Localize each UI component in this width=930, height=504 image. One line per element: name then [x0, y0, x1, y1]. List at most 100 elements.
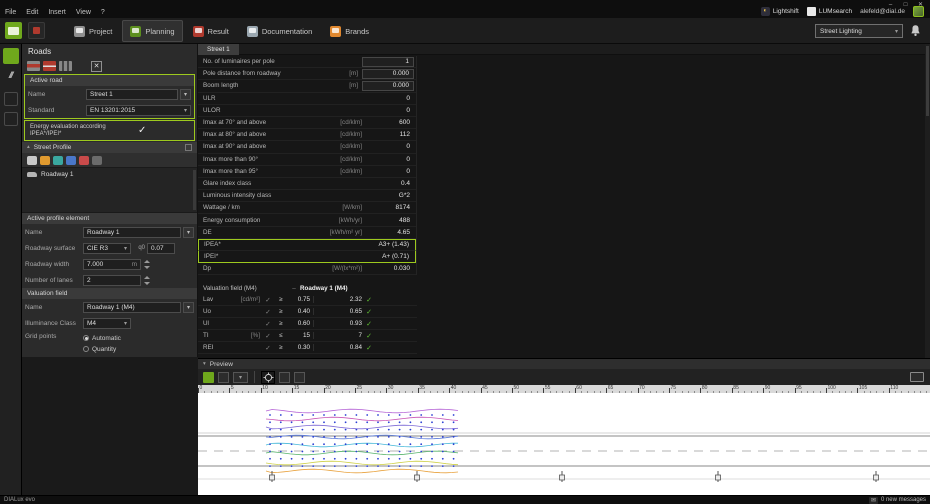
- menu-help[interactable]: ?: [101, 9, 105, 16]
- q0-input[interactable]: 0.07: [147, 242, 175, 254]
- pole-marker[interactable]: [559, 474, 565, 481]
- valuation-limit[interactable]: 0.40: [286, 308, 314, 315]
- number-of-lanes-stepper[interactable]: [143, 275, 150, 286]
- grid-point: [312, 457, 315, 460]
- avatar[interactable]: [913, 6, 924, 17]
- objects-tool-icon[interactable]: [3, 92, 18, 106]
- lamp-tool-icon[interactable]: [40, 155, 50, 165]
- energy-evaluation-checkbox[interactable]: ✓: [138, 125, 146, 136]
- property-value: 0: [406, 167, 410, 175]
- pin-icon[interactable]: [185, 144, 192, 151]
- tab-project[interactable]: Project: [66, 20, 120, 42]
- valuation-limit[interactable]: 0.30: [286, 344, 314, 351]
- pole-marker[interactable]: [715, 474, 721, 481]
- roadway-surface-select[interactable]: CIE R3 ▾: [83, 242, 131, 254]
- tab-documentation[interactable]: Documentation: [239, 20, 320, 42]
- preview-header[interactable]: ▾ Preview: [198, 359, 930, 369]
- menu-view[interactable]: View: [76, 9, 91, 16]
- view-options-dropdown[interactable]: ▾: [233, 371, 248, 383]
- pole-marker[interactable]: [414, 474, 420, 481]
- grid-point: [398, 465, 401, 467]
- valuation-name-input[interactable]: Roadway 1 (M4): [83, 301, 181, 313]
- delete-road-button[interactable]: ✕: [91, 60, 102, 72]
- draw-tool-icon[interactable]: ///: [3, 70, 19, 86]
- document-tab[interactable]: Street 1: [198, 44, 239, 55]
- menu-insert[interactable]: Insert: [48, 9, 66, 16]
- tab-label: Brands: [345, 26, 370, 36]
- valuation-name-options-button[interactable]: ▾: [183, 301, 194, 313]
- pole-marker[interactable]: [873, 474, 879, 481]
- messages-indicator[interactable]: ✉ 0 new messages: [868, 496, 926, 504]
- valuation-limit[interactable]: 0.60: [286, 320, 314, 327]
- street-profile-header[interactable]: ▴ Street Profile: [22, 142, 197, 153]
- roadway-width-stepper[interactable]: [143, 259, 150, 270]
- road-name-options-button[interactable]: ▾: [180, 88, 191, 100]
- crosshair-tool-icon[interactable]: [261, 370, 275, 384]
- luminaire-grid-icon[interactable]: [218, 371, 229, 383]
- tab-label: Planning: [145, 26, 175, 36]
- plan-view[interactable]: [198, 393, 930, 495]
- grid-point: [452, 436, 455, 438]
- property-value[interactable]: 0.000: [362, 68, 414, 79]
- lumsearch-button[interactable]: LUMsearch: [806, 7, 852, 16]
- road-name-input[interactable]: Street 1: [86, 88, 178, 100]
- footpath-tool-icon[interactable]: [66, 155, 76, 165]
- tab-planning[interactable]: Planning: [122, 20, 183, 42]
- main-scrollbar[interactable]: [925, 44, 930, 358]
- notifications-bell-icon[interactable]: [909, 24, 922, 37]
- roads-panel: Roads ✕ Active road Name Street 1 ▾ Stan…: [22, 44, 198, 357]
- preview-active-view-button[interactable]: [203, 371, 214, 383]
- element-name-options-button[interactable]: ▾: [183, 226, 194, 238]
- cycle-lane-tool-icon[interactable]: [53, 155, 63, 165]
- road-type-icon-2[interactable]: [43, 61, 56, 71]
- valuation-limit[interactable]: 0.75: [286, 296, 314, 303]
- number-of-lanes-input[interactable]: 2: [83, 274, 141, 286]
- lightshift-button[interactable]: ◐ Lightshift: [760, 7, 799, 16]
- property-label: Luminous intensity class: [203, 192, 272, 200]
- display-tool-icon[interactable]: [3, 112, 18, 126]
- pole-marker[interactable]: [269, 474, 275, 481]
- zoom-tool-icon[interactable]: [294, 371, 305, 383]
- roadway-width-input[interactable]: 7.000 m: [83, 258, 141, 270]
- delete-tool-icon[interactable]: [92, 155, 102, 165]
- property-value[interactable]: 1: [362, 56, 414, 67]
- valuation-value: 0.65: [349, 308, 362, 315]
- grid-point: [269, 421, 271, 424]
- mode-selector[interactable]: Street Lighting ▾: [815, 24, 903, 38]
- illuminance-class-select[interactable]: M4 ▾: [83, 317, 131, 329]
- grid-point: [279, 450, 282, 453]
- tab-brands[interactable]: Brands: [322, 20, 377, 42]
- radio-off-icon: [83, 346, 89, 352]
- valuation-row: Lav [cd/m²] ✓ ≥0.75 2.32 ✓: [198, 294, 417, 306]
- menu-edit[interactable]: Edit: [26, 9, 38, 16]
- profile-item-roadway[interactable]: Roadway 1: [22, 168, 197, 181]
- grid-point: [420, 428, 423, 431]
- car-tool-icon[interactable]: [27, 155, 37, 165]
- recent-file-icon[interactable]: [28, 22, 45, 39]
- ruler-label: 75: [670, 385, 677, 391]
- new-project-icon[interactable]: [5, 22, 22, 39]
- grid-automatic-radio[interactable]: Automatic: [83, 333, 121, 343]
- active-tool-button[interactable]: [2, 48, 19, 64]
- collapse-minus-icon[interactable]: –: [288, 285, 300, 292]
- scrollbar-thumb[interactable]: [926, 46, 929, 116]
- ruler-tool-icon[interactable]: [279, 371, 290, 383]
- grid-quantity-radio[interactable]: Quantity: [83, 344, 121, 354]
- road-type-icon-1[interactable]: [27, 61, 40, 71]
- road-name-label: Name: [28, 90, 46, 98]
- property-value[interactable]: 0.000: [362, 80, 414, 91]
- fullscreen-monitor-icon[interactable]: [910, 372, 924, 382]
- road-type-icon-3[interactable]: [59, 61, 72, 71]
- tab-result[interactable]: Result: [185, 20, 237, 42]
- standard-select[interactable]: EN 13201:2015 ▾: [86, 104, 191, 116]
- account-email[interactable]: alefeld@dial.de: [860, 8, 905, 15]
- titlebar: File Edit Insert View? – □ ✕ ◐ Lightshift L…: [0, 0, 930, 18]
- menu-file[interactable]: File: [5, 9, 16, 16]
- valuation-limit[interactable]: 15: [286, 332, 314, 339]
- element-name-input[interactable]: Roadway 1: [83, 226, 181, 238]
- number-of-lanes-label: Number of lanes: [25, 276, 73, 284]
- list-scrollbar[interactable]: [193, 170, 196, 210]
- median-tool-icon[interactable]: [79, 155, 89, 165]
- grid-point: [333, 414, 336, 416]
- grid-point: [279, 443, 282, 446]
